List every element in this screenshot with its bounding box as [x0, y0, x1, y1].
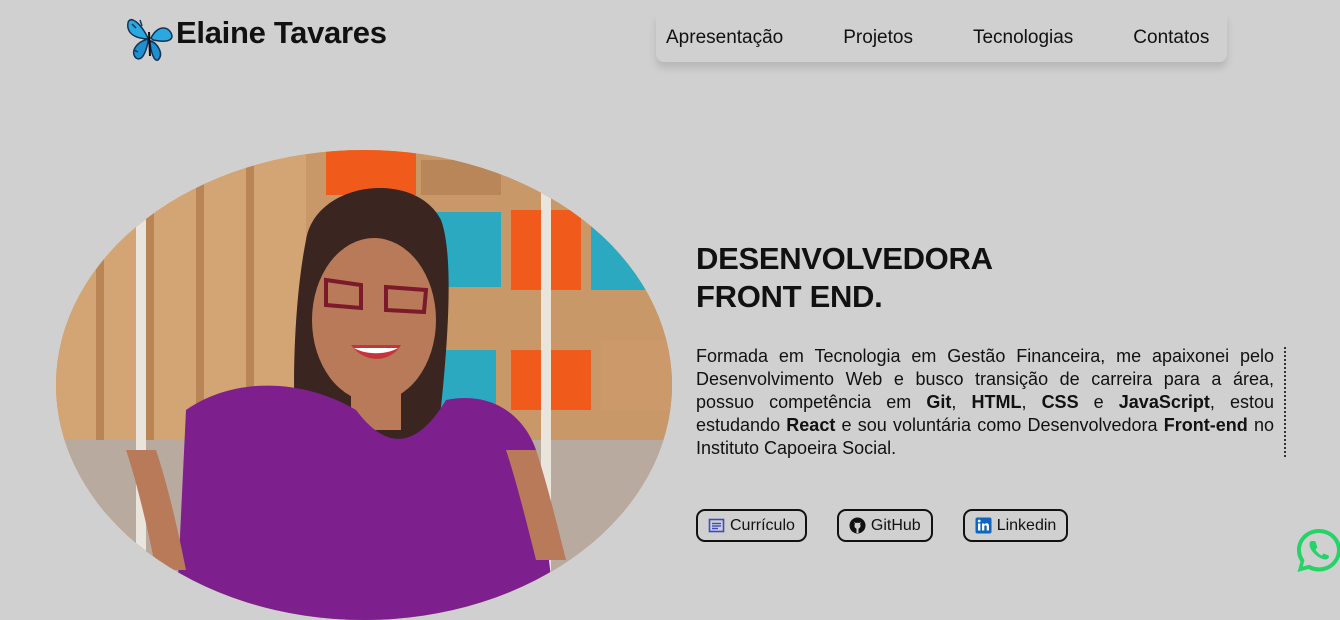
skill-front-end: Front-end: [1163, 415, 1248, 435]
skill-javascript: JavaScript: [1118, 392, 1210, 412]
bio-sep: e: [1078, 392, 1119, 412]
linkedin-icon: [975, 517, 992, 534]
nav-item-apresentacao[interactable]: Apresentação: [666, 27, 783, 49]
skill-html: HTML: [971, 392, 1022, 412]
brand[interactable]: Elaine Tavares: [124, 12, 387, 64]
github-button[interactable]: GitHub: [836, 509, 933, 542]
skill-css: CSS: [1041, 392, 1079, 412]
main-nav: Apresentação Projetos Tecnologias Contat…: [656, 14, 1227, 62]
skill-react: React: [786, 415, 836, 435]
curriculo-button[interactable]: Currículo: [696, 509, 807, 542]
linkedin-label: Linkedin: [996, 516, 1057, 534]
hero-headline: DESENVOLVEDORA FRONT END.: [696, 240, 993, 316]
bio-sep: ,: [1021, 392, 1042, 412]
nav-item-projetos[interactable]: Projetos: [843, 27, 913, 49]
headline-line-1: DESENVOLVEDORA: [696, 241, 993, 276]
nav-item-tecnologias[interactable]: Tecnologias: [973, 27, 1073, 49]
butterfly-icon: [127, 18, 173, 61]
headline-line-2: FRONT END.: [696, 279, 883, 314]
github-label: GitHub: [870, 516, 921, 534]
bio-divider: [1284, 347, 1286, 457]
profile-photo: [56, 150, 672, 620]
nav-item-contatos[interactable]: Contatos: [1133, 27, 1209, 49]
whatsapp-icon[interactable]: [1293, 525, 1340, 577]
skill-git: Git: [926, 392, 952, 412]
bio-sep: ,: [951, 392, 972, 412]
site-header: Elaine Tavares Apresentação Projetos Tec…: [0, 0, 1340, 80]
github-icon: [849, 517, 866, 534]
curriculo-label: Currículo: [730, 516, 795, 534]
linkedin-button[interactable]: Linkedin: [962, 509, 1069, 542]
bio-part: e sou voluntária como Desenvolvedora: [835, 415, 1164, 435]
hero-links: Currículo GitHub Linkedin: [696, 509, 1098, 542]
document-icon: [708, 518, 725, 533]
brand-name: Elaine Tavares: [176, 15, 387, 50]
bio-text: Formada em Tecnologia em Gestão Financei…: [696, 345, 1274, 460]
